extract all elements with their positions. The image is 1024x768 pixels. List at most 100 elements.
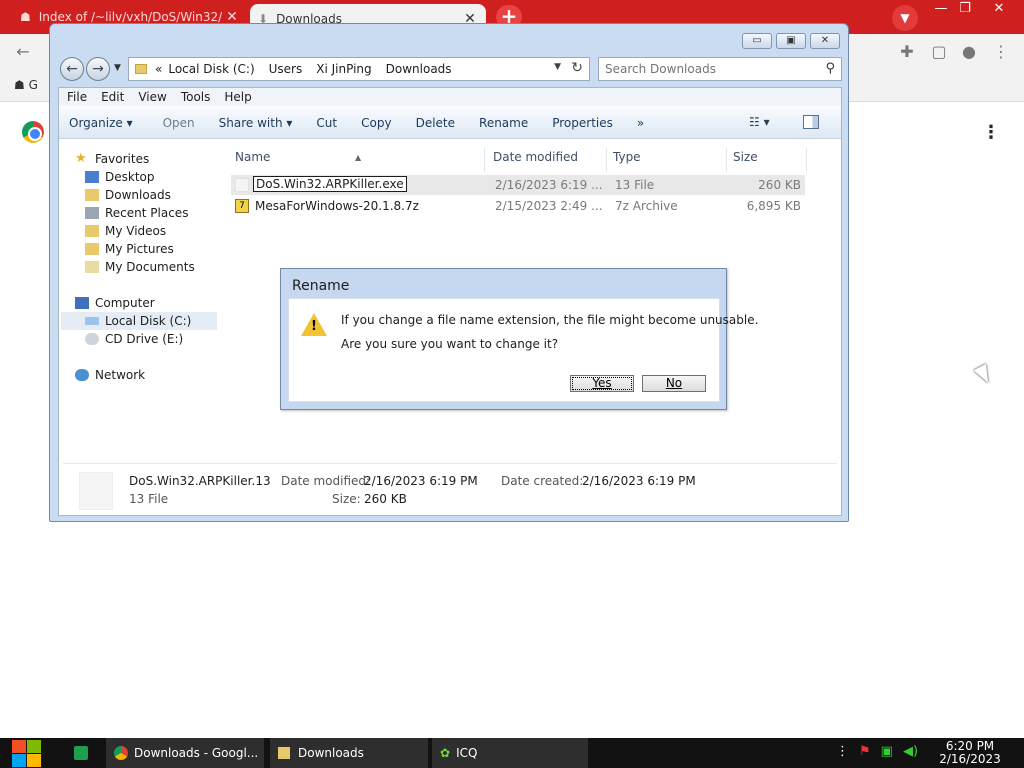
navigation-pane: ★ Favorites Desktop Downloads Recent Pla…	[59, 140, 219, 460]
start-button[interactable]	[10, 738, 44, 768]
recent-pages-chevron-icon[interactable]: ▼	[114, 63, 121, 73]
browser-menu-icon[interactable]: ⋮	[990, 42, 1012, 64]
warning-exclamation-icon: !	[311, 319, 317, 334]
dialog-message: If you change a file name extension, the…	[341, 313, 759, 327]
details-date-created-label: Date created:	[501, 474, 584, 488]
delete-button[interactable]: Delete	[416, 116, 455, 130]
nav-my-videos[interactable]: My Videos	[85, 222, 241, 240]
refresh-icon[interactable]: ↻	[571, 60, 583, 76]
nav-downloads[interactable]: Downloads	[85, 186, 241, 204]
network-tray-icon[interactable]: ▣	[881, 744, 893, 759]
nav-favorites[interactable]: ★ Favorites	[75, 150, 231, 168]
preview-pane-icon[interactable]	[803, 115, 819, 129]
bookmark-item[interactable]: ☗ G	[14, 78, 38, 92]
menu-view[interactable]: View	[138, 90, 166, 104]
breadcrumb-local-disk[interactable]: Local Disk (C:)	[168, 62, 254, 76]
browser-restore-button[interactable]: ❐	[950, 0, 980, 20]
more-commands-button[interactable]: »	[637, 116, 644, 130]
file-row[interactable]: DoS.Win32.ARPKiller.exe 2/16/2023 6:19 .…	[231, 175, 805, 195]
hard-drive-icon	[85, 317, 99, 325]
copy-button[interactable]: Copy	[361, 116, 391, 130]
dialog-title: Rename	[292, 278, 350, 294]
flag-icon[interactable]: ⚑	[859, 744, 871, 759]
dialog-content: ! If you change a file name extension, t…	[288, 298, 758, 402]
sheets-icon[interactable]	[74, 746, 88, 760]
forward-arrow-icon[interactable]: →	[86, 57, 110, 81]
folder-icon	[278, 747, 290, 759]
windows-logo-icon	[27, 740, 41, 753]
page-menu-icon[interactable]: ⋮	[982, 122, 1000, 143]
tab-search-chevron-icon[interactable]: ▼	[892, 5, 918, 31]
browser-close-button[interactable]: ✕	[984, 0, 1014, 20]
volume-icon[interactable]: ◀)	[903, 744, 918, 759]
back-icon[interactable]: ←	[12, 42, 34, 64]
maximize-button[interactable]: ▣	[776, 33, 806, 49]
address-dropdown-icon[interactable]: ▼	[554, 62, 561, 72]
menu-help[interactable]: Help	[224, 90, 251, 104]
column-date-modified[interactable]: Date modified	[489, 148, 607, 172]
column-type[interactable]: Type	[609, 148, 727, 172]
breadcrumb-overflow[interactable]: «	[155, 62, 162, 76]
windows-logo-icon	[27, 754, 41, 767]
nav-recent-places[interactable]: Recent Places	[85, 204, 241, 222]
cut-button[interactable]: Cut	[316, 116, 337, 130]
clock[interactable]: 6:20 PM 2/16/2023	[938, 740, 1002, 766]
minimize-button[interactable]: ▭	[742, 33, 772, 49]
open-button[interactable]: Open	[163, 116, 195, 130]
rename-button[interactable]: Rename	[479, 116, 528, 130]
close-button[interactable]: ✕	[810, 33, 840, 49]
address-bar[interactable]: « Local Disk (C:) Users Xi JinPing Downl…	[128, 57, 590, 81]
sidepanel-icon[interactable]: ▢	[928, 42, 950, 64]
menu-file[interactable]: File	[67, 90, 87, 104]
yes-button[interactable]: Yes	[570, 375, 634, 392]
nav-desktop[interactable]: Desktop	[85, 168, 241, 186]
command-bar: Organize ▾ Open Share with ▾ Cut Copy De…	[59, 107, 841, 139]
chrome-logo-icon	[22, 121, 44, 143]
nav-local-disk[interactable]: Local Disk (C:)	[61, 312, 217, 330]
taskbar-app-icq[interactable]: ✿ ICQ	[432, 738, 588, 768]
mouse-cursor-icon	[973, 363, 995, 387]
change-view-icon[interactable]: ☷ ▾	[749, 115, 770, 129]
breadcrumb-users[interactable]: Users	[269, 62, 303, 76]
file-preview-icon	[79, 472, 113, 510]
desktop-icon	[85, 171, 99, 183]
file-size: 260 KB	[758, 178, 801, 192]
breadcrumb-downloads[interactable]: Downloads	[386, 62, 452, 76]
documents-folder-icon	[85, 261, 99, 273]
recent-places-icon	[85, 207, 99, 219]
no-button[interactable]: No	[642, 375, 706, 392]
more-tray-icon[interactable]: ⋮	[836, 744, 849, 759]
profile-icon[interactable]: ●	[958, 42, 980, 64]
file-type: 13 File	[615, 178, 655, 192]
nav-computer[interactable]: Computer	[75, 294, 231, 312]
breadcrumb-user[interactable]: Xi JinPing	[316, 62, 371, 76]
chrome-icon	[114, 746, 128, 760]
cd-drive-icon	[85, 333, 99, 345]
menu-tools[interactable]: Tools	[181, 90, 211, 104]
file-row[interactable]: 7 MesaForWindows-20.1.8.7z 2/15/2023 2:4…	[231, 196, 805, 216]
address-row: ← → ▼ « Local Disk (C:) Users Xi JinPing…	[58, 54, 842, 84]
search-input[interactable]	[605, 59, 815, 79]
taskbar-app-explorer[interactable]: Downloads	[270, 738, 428, 768]
taskbar-app-chrome[interactable]: Downloads - Googl...	[106, 738, 264, 768]
column-size[interactable]: Size	[729, 148, 807, 172]
menu-bar: File Edit View Tools Help	[59, 88, 841, 106]
menu-edit[interactable]: Edit	[101, 90, 124, 104]
nav-my-documents[interactable]: My Documents	[85, 258, 241, 276]
extensions-icon[interactable]: ✚	[896, 42, 918, 64]
share-with-button[interactable]: Share with ▾	[219, 116, 293, 130]
rename-field[interactable]: DoS.Win32.ARPKiller.exe	[253, 176, 407, 192]
properties-button[interactable]: Properties	[552, 116, 613, 130]
column-name[interactable]: Name ▲	[231, 148, 485, 172]
back-arrow-icon[interactable]: ←	[60, 57, 84, 81]
nav-network[interactable]: Network	[75, 366, 231, 384]
organize-button[interactable]: Organize ▾	[69, 116, 133, 130]
computer-icon	[75, 297, 89, 309]
dialog-question: Are you sure you want to change it?	[341, 337, 559, 351]
search-icon[interactable]: ⚲	[825, 61, 835, 76]
search-box[interactable]: ⚲	[598, 57, 842, 81]
network-icon	[75, 369, 89, 381]
nav-my-pictures[interactable]: My Pictures	[85, 240, 241, 258]
nav-cd-drive[interactable]: CD Drive (E:)	[85, 330, 241, 348]
file-size: 6,895 KB	[746, 199, 801, 213]
